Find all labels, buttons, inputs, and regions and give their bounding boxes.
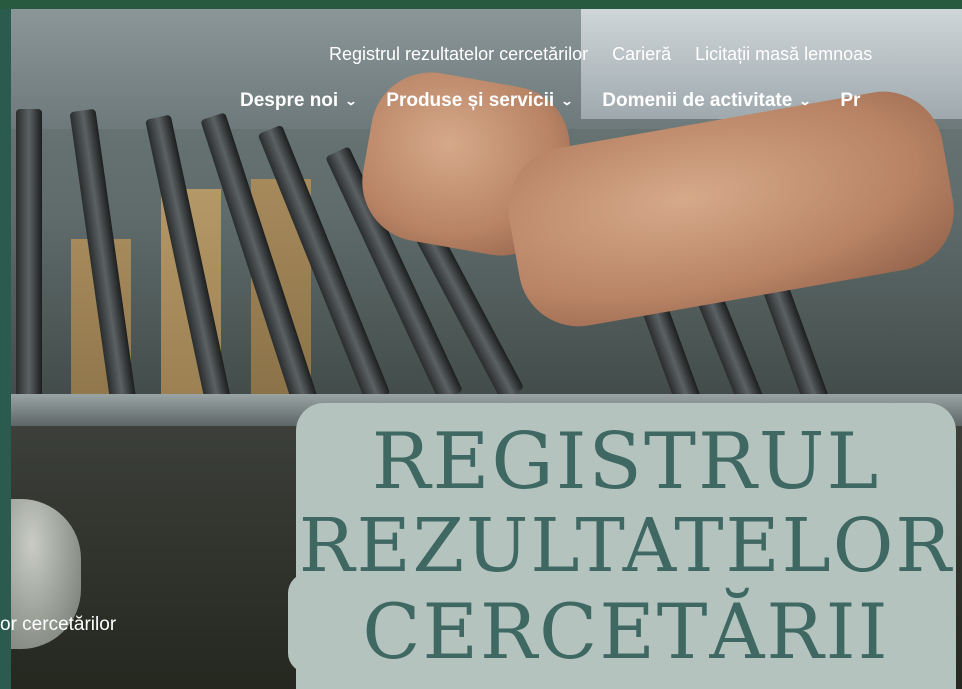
left-edge-strip (0, 9, 11, 689)
nav-item-despre-noi[interactable]: Despre noi ⌄ (240, 90, 358, 112)
nav-item-produse-servicii[interactable]: Produse și servicii ⌄ (386, 90, 574, 112)
nav-item-label: Despre noi (240, 90, 339, 111)
primary-nav: Despre noi ⌄ Produse și servicii ⌄ Domen… (240, 90, 860, 112)
chevron-down-icon: ⌄ (344, 94, 358, 108)
chevron-down-icon: ⌄ (798, 94, 812, 108)
nav-link-registru[interactable]: Registrul rezultatelor cercetărilor (329, 44, 588, 65)
hero-title-card: REGISTRUL REZULTATELOR CERCETĂRII (288, 403, 956, 689)
chevron-down-icon: ⌄ (560, 94, 574, 108)
nav-link-cariera[interactable]: Carieră (612, 44, 671, 65)
hero-title-line-2: REZULTATELOR (298, 503, 954, 589)
nav-item-truncated[interactable]: Pr (840, 90, 860, 112)
hero-title-line-3: CERCETĂRII (362, 587, 890, 676)
hero-title-line-1: REGISTRUL (371, 417, 881, 507)
nav-item-label: Domenii de activitate (602, 90, 793, 111)
nav-item-domenii-activitate[interactable]: Domenii de activitate ⌄ (602, 90, 812, 112)
hanger-decor (16, 109, 42, 409)
breadcrumb: or cercetărilor (0, 614, 117, 635)
secondary-nav: Registrul rezultatelor cercetărilor Cari… (329, 44, 872, 65)
nav-link-licitatii[interactable]: Licitații masă lemnoas (695, 44, 872, 65)
nav-item-label: Produse și servicii (386, 90, 555, 111)
top-accent-bar (0, 0, 962, 9)
nav-item-label: Pr (840, 90, 861, 111)
